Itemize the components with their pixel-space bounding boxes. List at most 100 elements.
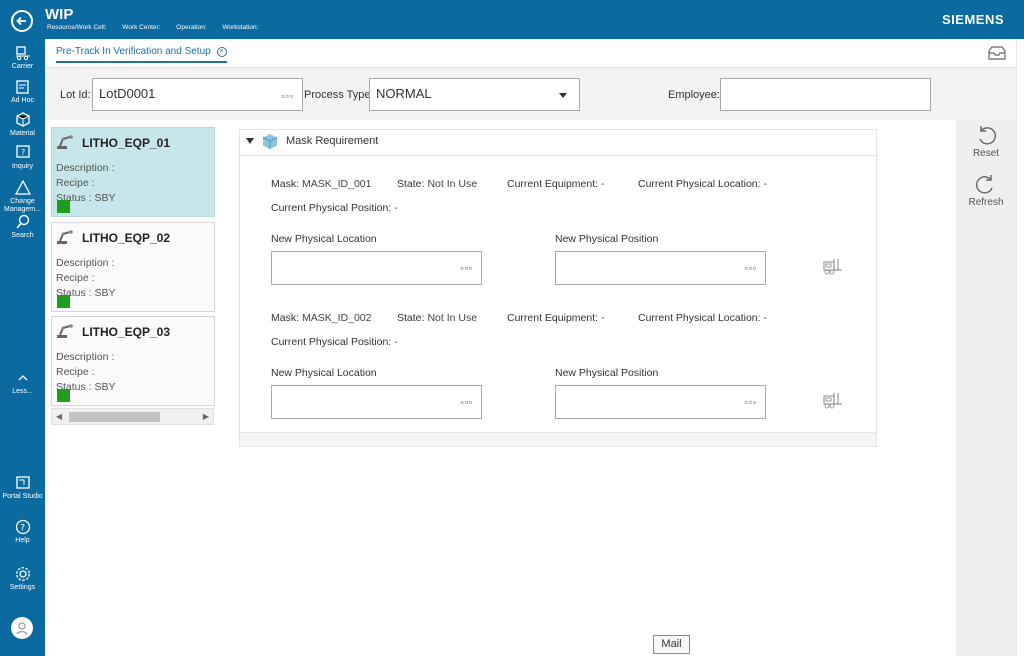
forklift-icon[interactable] <box>822 391 846 409</box>
refresh-icon <box>976 175 993 194</box>
forklift-icon[interactable] <box>822 257 846 275</box>
ad-hoc-icon <box>14 79 32 95</box>
lot-id-label: Lot Id: <box>60 89 91 101</box>
main-content: Mask Requirement Mask: MASK_ID_001 State:… <box>223 120 956 656</box>
new-position-input[interactable]: ▫▫▫ <box>555 251 766 285</box>
employee-input[interactable] <box>720 78 931 111</box>
equipment-card[interactable]: LITHO_EQP_01 Description : Recipe : Stat… <box>51 127 215 217</box>
lot-id-input[interactable]: LotD0001 ▫▫▫ <box>92 78 303 111</box>
sidebar-item-inquiry[interactable]: ? Inquiry <box>0 145 45 171</box>
current-equipment-value: - <box>601 312 605 324</box>
equipment-recipe: Recipe : <box>56 177 95 189</box>
sidebar-item-label: Portal Studio <box>2 493 43 500</box>
current-equipment-label: Current Equipment: <box>507 178 599 190</box>
employee-label: Employee: <box>668 89 720 101</box>
scroll-right-icon[interactable]: ▶ <box>203 412 209 421</box>
help-icon: ? <box>14 519 32 535</box>
equipment-recipe: Recipe : <box>56 366 95 378</box>
position-picker-icon[interactable]: ▫▫▫ <box>744 397 757 407</box>
context-row: Resource/Work Cell: Work Center: Operati… <box>47 24 272 31</box>
equipment-description: Description : <box>56 162 115 174</box>
current-position-label: Current Physical Position: <box>271 336 392 348</box>
work-center-label: Work Center: <box>122 24 161 31</box>
sidebar-item-material[interactable]: Material <box>0 112 45 138</box>
horizontal-scrollbar[interactable]: ◀ ▶ <box>51 408 214 425</box>
user-avatar[interactable] <box>11 617 33 639</box>
reset-icon <box>979 126 996 145</box>
position-picker-icon[interactable]: ▫▫▫ <box>744 263 757 273</box>
current-equipment-field: Current Equipment: - <box>507 312 605 324</box>
sidebar-item-settings[interactable]: Settings <box>0 566 45 592</box>
svg-text:?: ? <box>21 148 25 157</box>
location-picker-icon[interactable]: ▫▫▫ <box>460 263 473 273</box>
equipment-description: Description : <box>56 257 115 269</box>
sidebar-item-help[interactable]: ? Help <box>0 519 45 545</box>
chevron-up-icon <box>14 370 32 386</box>
current-equipment-label: Current Equipment: <box>507 312 599 324</box>
operation-label: Operation: <box>176 24 207 31</box>
sidebar-item-label: Change Managem... <box>4 198 41 213</box>
mask-id-value: MASK_ID_001 <box>302 178 372 190</box>
current-location-field: Current Physical Location: - <box>638 178 767 190</box>
status-indicator <box>57 389 70 402</box>
current-position-field: Current Physical Position: - <box>271 336 398 348</box>
current-location-label: Current Physical Location: <box>638 312 761 324</box>
state-value: Not In Use <box>427 312 478 324</box>
equipment-robot-arm-icon <box>56 321 76 339</box>
equipment-description: Description : <box>56 351 115 363</box>
panel-footer <box>240 432 876 446</box>
sidebar-item-change-management[interactable]: Change Managem... <box>0 179 45 214</box>
change-management-icon <box>14 179 32 196</box>
process-type-select[interactable]: NORMAL <box>369 78 580 111</box>
sidebar-item-label: Settings <box>9 584 36 591</box>
scroll-left-icon[interactable]: ◀ <box>56 412 62 421</box>
app-header: WIP Resource/Work Cell: Work Center: Ope… <box>45 0 1024 39</box>
new-location-input[interactable]: ▫▫▫ <box>271 385 482 419</box>
reset-button[interactable]: Reset <box>956 124 1016 159</box>
equipment-robot-arm-icon <box>56 227 76 245</box>
action-panel: Reset Refresh <box>956 120 1016 656</box>
new-position-label: New Physical Position <box>555 367 659 379</box>
equipment-list: LITHO_EQP_01 Description : Recipe : Stat… <box>45 120 223 656</box>
sidebar-item-label: Search <box>11 232 34 239</box>
current-location-label: Current Physical Location: <box>638 178 761 190</box>
mask-label: Mask: <box>271 312 300 324</box>
cube-icon <box>262 133 278 150</box>
sidebar-item-label: Carrier <box>11 63 34 70</box>
mask-requirement-header[interactable]: Mask Requirement <box>240 130 876 156</box>
refresh-button[interactable]: Refresh <box>956 173 1016 208</box>
equipment-card[interactable]: LITHO_EQP_03 Description : Recipe : Stat… <box>51 316 215 406</box>
scrollbar-thumb[interactable] <box>69 412 160 422</box>
collapse-toggle-icon[interactable] <box>246 138 254 144</box>
sidebar-item-search[interactable]: Search <box>0 214 45 240</box>
vertical-scrollbar[interactable] <box>1016 39 1024 656</box>
equipment-name: LITHO_EQP_01 <box>82 136 171 150</box>
sidebar: Carrier Ad Hoc Material ? Inquiry Change… <box>0 0 45 656</box>
sidebar-item-label: Material <box>10 130 35 137</box>
current-position-value: - <box>394 202 398 214</box>
new-position-input[interactable]: ▫▫▫ <box>555 385 766 419</box>
tab-pre-track-in[interactable]: Pre-Track In Verification and Setup × <box>56 46 227 63</box>
current-equipment-field: Current Equipment: - <box>507 178 605 190</box>
location-picker-icon[interactable]: ▫▫▫ <box>460 397 473 407</box>
sidebar-item-carrier[interactable]: Carrier <box>0 45 45 71</box>
lot-id-picker-icon[interactable]: ▫▫▫ <box>281 91 294 101</box>
state-value: Not In Use <box>427 178 478 190</box>
filter-row: Lot Id: LotD0001 ▫▫▫ Process Type: NORMA… <box>45 68 1024 120</box>
sidebar-item-portal-studio[interactable]: Portal Studio <box>0 475 45 501</box>
back-arrow-icon[interactable] <box>11 10 33 32</box>
inbox-icon[interactable] <box>988 46 1006 60</box>
sidebar-item-ad-hoc[interactable]: Ad Hoc <box>0 79 45 105</box>
equipment-card[interactable]: LITHO_EQP_02 Description : Recipe : Stat… <box>51 222 215 312</box>
equipment-robot-arm-icon <box>56 132 76 150</box>
close-icon[interactable]: × <box>216 47 227 57</box>
new-location-input[interactable]: ▫▫▫ <box>271 251 482 285</box>
svg-text:?: ? <box>20 524 25 534</box>
sidebar-item-label: Ad Hoc <box>11 97 34 104</box>
equipment-name: LITHO_EQP_03 <box>82 325 171 339</box>
status-indicator <box>57 295 70 308</box>
equipment-recipe: Recipe : <box>56 272 95 284</box>
chevron-down-icon[interactable] <box>559 93 567 98</box>
process-type-value: NORMAL <box>376 86 432 101</box>
sidebar-less-toggle[interactable]: Less... <box>0 370 45 396</box>
